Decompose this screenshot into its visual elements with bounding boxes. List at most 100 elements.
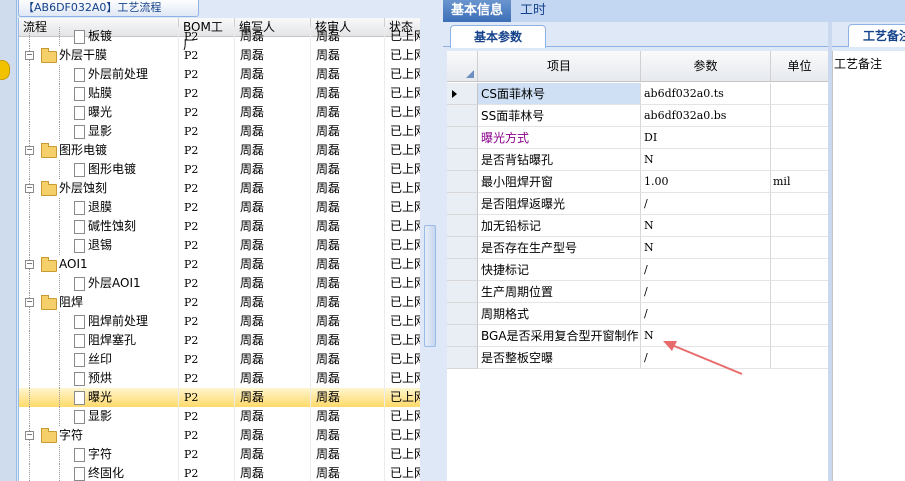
tree-cell[interactable]: 板镀 <box>19 27 179 46</box>
tree-row[interactable]: 预烘 P2 周磊 周磊 已上网 <box>19 369 421 388</box>
parameter-value-cell[interactable]: N <box>641 237 771 259</box>
vertical-scrollbar-thumb[interactable] <box>424 225 436 347</box>
parameter-unit-cell[interactable] <box>771 193 828 215</box>
tree-cell[interactable]: 阻焊前处理 <box>19 312 179 331</box>
tree-row[interactable]: − 外层蚀刻 P2 周磊 周磊 已上网 <box>19 179 421 198</box>
tree-cell[interactable]: − 阻焊 <box>19 293 179 312</box>
parameter-unit-cell[interactable] <box>771 105 828 127</box>
tab-basic-info[interactable]: 基本信息 <box>443 0 512 22</box>
parameter-value-cell[interactable]: N <box>641 215 771 237</box>
row-header[interactable] <box>447 105 478 127</box>
parameter-unit-cell[interactable] <box>771 259 828 281</box>
parameter-unit-cell[interactable] <box>771 325 828 347</box>
collapse-toggle-icon[interactable]: − <box>25 184 34 193</box>
row-header-corner[interactable] <box>447 51 478 81</box>
tree-row[interactable]: − 图形电镀 P2 周磊 周磊 已上网 <box>19 141 421 160</box>
parameter-unit-cell[interactable] <box>771 149 828 171</box>
tree-cell[interactable]: 字符 <box>19 445 179 464</box>
tree-row[interactable]: − AOI1 P2 周磊 周磊 已上网 <box>19 255 421 274</box>
tree-cell[interactable]: 显影 <box>19 407 179 426</box>
tree-row[interactable]: 丝印 P2 周磊 周磊 已上网 <box>19 350 421 369</box>
parameter-row[interactable]: SS面菲林号 ab6df032a0.bs <box>447 105 828 127</box>
parameter-value-cell[interactable]: / <box>641 281 771 303</box>
column-header-item[interactable]: 项目 <box>478 51 641 81</box>
tab-process-remark[interactable]: 工艺备注 <box>848 24 905 47</box>
tree-cell[interactable]: 退锡 <box>19 236 179 255</box>
tree-cell[interactable]: 曝光 <box>19 103 179 122</box>
parameter-unit-cell[interactable] <box>771 215 828 237</box>
collapse-toggle-icon[interactable]: − <box>25 260 34 269</box>
tree-row[interactable]: 显影 P2 周磊 周磊 已上网 <box>19 122 421 141</box>
parameter-unit-cell[interactable] <box>771 127 828 149</box>
tree-row[interactable]: 阻焊前处理 P2 周磊 周磊 已上网 <box>19 312 421 331</box>
row-header[interactable] <box>447 127 478 149</box>
parameter-unit-cell[interactable] <box>771 83 828 105</box>
tree-row[interactable]: 曝光 P2 周磊 周磊 已上网 <box>19 103 421 122</box>
collapse-toggle-icon[interactable]: − <box>25 146 34 155</box>
row-header[interactable] <box>447 193 478 215</box>
parameter-row[interactable]: 是否存在生产型号 N <box>447 237 828 259</box>
tree-cell[interactable]: 曝光 <box>19 388 179 407</box>
row-header[interactable] <box>447 215 478 237</box>
row-header[interactable] <box>447 259 478 281</box>
parameter-value-cell[interactable]: N <box>641 149 771 171</box>
parameter-row[interactable]: BGA是否采用复合型开窗制作 N <box>447 325 828 347</box>
tree-cell[interactable]: − 字符 <box>19 426 179 445</box>
tree-row[interactable]: − 字符 P2 周磊 周磊 已上网 <box>19 426 421 445</box>
tree-cell[interactable]: 贴膜 <box>19 84 179 103</box>
parameter-row[interactable]: 是否阻焊返曝光 / <box>447 193 828 215</box>
tree-row[interactable]: 碱性蚀刻 P2 周磊 周磊 已上网 <box>19 217 421 236</box>
tree-row[interactable]: 阻焊塞孔 P2 周磊 周磊 已上网 <box>19 331 421 350</box>
parameter-value-cell[interactable]: ab6df032a0.bs <box>641 105 771 127</box>
tree-row[interactable]: 显影 P2 周磊 周磊 已上网 <box>19 407 421 426</box>
tree-cell[interactable]: − 外层蚀刻 <box>19 179 179 198</box>
parameter-value-cell[interactable]: / <box>641 193 771 215</box>
row-header[interactable] <box>447 171 478 193</box>
tab-work-time[interactable]: 工时 <box>512 0 554 22</box>
tree-cell[interactable]: 终固化 <box>19 464 179 481</box>
process-flow-tab[interactable]: 【AB6DF032A0】工艺流程 <box>18 0 199 17</box>
row-header[interactable] <box>447 347 478 369</box>
tree-row[interactable]: − 阻焊 P2 周磊 周磊 已上网 <box>19 293 421 312</box>
parameter-unit-cell[interactable] <box>771 347 828 369</box>
collapse-toggle-icon[interactable]: − <box>25 51 34 60</box>
tree-row[interactable]: 外层AOI1 P2 周磊 周磊 已上网 <box>19 274 421 293</box>
parameter-value-cell[interactable]: / <box>641 259 771 281</box>
collapse-toggle-icon[interactable]: − <box>25 431 34 440</box>
parameter-row[interactable]: CS面菲林号 ab6df032a0.ts <box>447 83 828 105</box>
parameter-row[interactable]: 快捷标记 / <box>447 259 828 281</box>
parameter-unit-cell[interactable] <box>771 237 828 259</box>
tree-row[interactable]: 终固化 P2 周磊 周磊 已上网 <box>19 464 421 481</box>
tree-cell[interactable]: 外层AOI1 <box>19 274 179 293</box>
tree-cell[interactable]: 阻焊塞孔 <box>19 331 179 350</box>
tree-cell[interactable]: − 外层干膜 <box>19 46 179 65</box>
parameter-value-cell[interactable]: / <box>641 303 771 325</box>
parameter-row[interactable]: 生产周期位置 / <box>447 281 828 303</box>
parameter-unit-cell[interactable] <box>771 303 828 325</box>
tree-row[interactable]: 板镀 P2 周磊 周磊 已上网 <box>19 27 421 46</box>
tree-cell[interactable]: 退膜 <box>19 198 179 217</box>
tree-row[interactable]: 贴膜 P2 周磊 周磊 已上网 <box>19 84 421 103</box>
row-header[interactable] <box>447 237 478 259</box>
parameter-value-cell[interactable]: 1.00 <box>641 171 771 193</box>
tree-cell[interactable]: 图形电镀 <box>19 160 179 179</box>
row-header[interactable] <box>447 149 478 171</box>
parameter-row[interactable]: 周期格式 / <box>447 303 828 325</box>
tree-row[interactable]: 外层前处理 P2 周磊 周磊 已上网 <box>19 65 421 84</box>
tree-cell[interactable]: − AOI1 <box>19 255 179 274</box>
tree-cell[interactable]: 碱性蚀刻 <box>19 217 179 236</box>
row-header[interactable] <box>447 83 478 105</box>
parameter-row[interactable]: 是否背钻曝孔 N <box>447 149 828 171</box>
tree-row[interactable]: 退锡 P2 周磊 周磊 已上网 <box>19 236 421 255</box>
tree-row[interactable]: 图形电镀 P2 周磊 周磊 已上网 <box>19 160 421 179</box>
collapse-toggle-icon[interactable]: − <box>25 298 34 307</box>
column-header-unit[interactable]: 单位 <box>771 51 828 81</box>
tab-basic-params[interactable]: 基本参数 <box>450 25 546 48</box>
tree-cell[interactable]: 外层前处理 <box>19 65 179 84</box>
row-header[interactable] <box>447 325 478 347</box>
parameter-row[interactable]: 是否整板空曝 / <box>447 347 828 369</box>
parameter-unit-cell[interactable] <box>771 281 828 303</box>
row-header[interactable] <box>447 281 478 303</box>
tree-row[interactable]: 字符 P2 周磊 周磊 已上网 <box>19 445 421 464</box>
tree-row[interactable]: 曝光 P2 周磊 周磊 已上网 <box>19 388 421 407</box>
